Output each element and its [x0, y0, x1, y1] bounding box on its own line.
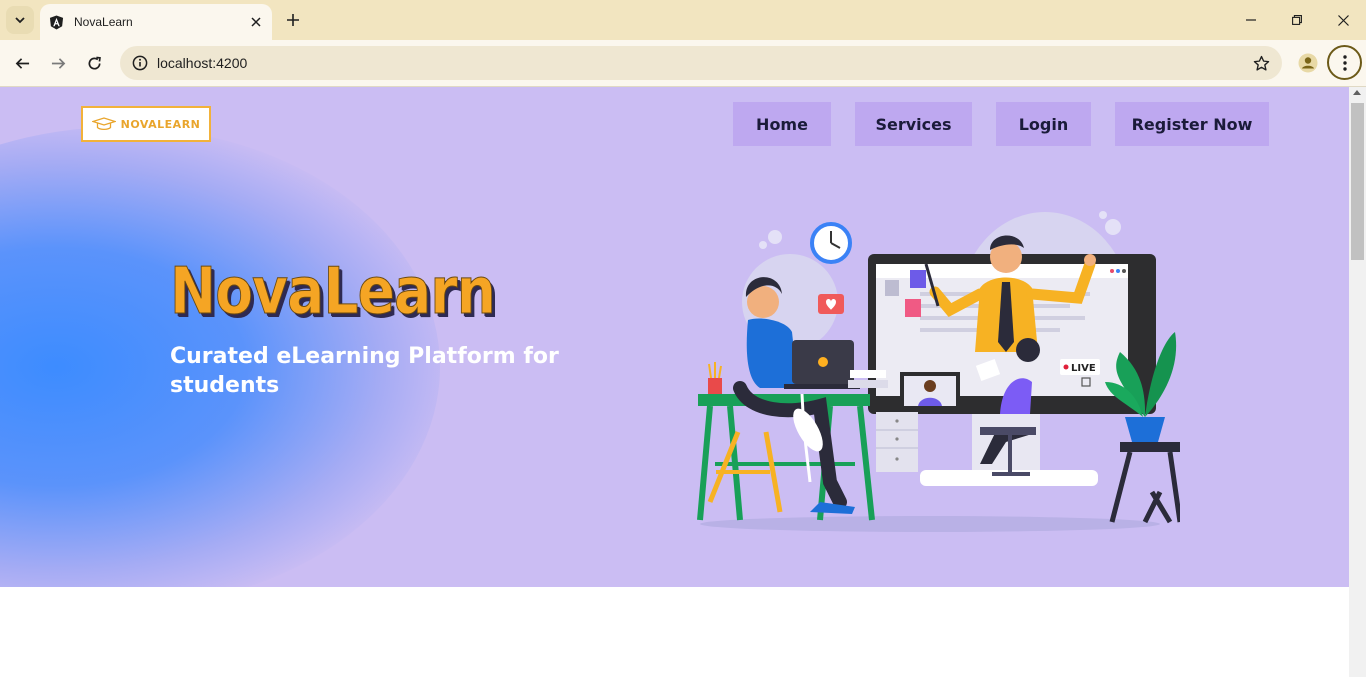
profile-button[interactable] [1294, 49, 1322, 77]
address-bar[interactable]: localhost:4200 [120, 46, 1282, 80]
new-tab-button[interactable] [280, 7, 306, 33]
reload-icon [88, 56, 101, 69]
site-info-button[interactable] [126, 49, 154, 77]
minimize-icon [1246, 19, 1256, 21]
browser-tab[interactable]: NovaLearn [40, 4, 272, 40]
browser-tab-strip: NovaLearn [0, 0, 1366, 40]
page-scrollbar[interactable] [1349, 87, 1366, 677]
elearning-illustration: LIVE [697, 211, 1180, 532]
window-close-button[interactable] [1328, 5, 1358, 35]
tab-search-button[interactable] [6, 6, 34, 34]
browser-menu-button[interactable] [1327, 45, 1362, 80]
tab-title: NovaLearn [74, 15, 133, 29]
chevron-down-icon [15, 17, 25, 24]
minimize-button[interactable] [1236, 5, 1266, 35]
scroll-up-arrow-icon[interactable] [1353, 90, 1361, 95]
nav-login-button[interactable]: Login [996, 102, 1091, 146]
restore-icon [1292, 15, 1302, 25]
scrollbar-thumb[interactable] [1351, 103, 1364, 260]
arrow-right-icon [51, 57, 65, 69]
close-icon [1337, 14, 1349, 26]
hero-section: NOVALEARN Home Services Login Register N… [0, 87, 1349, 587]
restore-button[interactable] [1282, 5, 1312, 35]
close-icon [251, 17, 261, 27]
nav-services-button[interactable]: Services [855, 102, 972, 146]
hero-subtitle: Curated eLearning Platform for students [170, 344, 559, 398]
url-text: localhost:4200 [157, 55, 248, 71]
graduation-cap-icon [91, 117, 116, 131]
reload-button[interactable] [79, 48, 109, 78]
person-icon [1298, 53, 1318, 73]
arrow-left-icon [15, 57, 29, 69]
tab-close-button[interactable] [244, 10, 268, 34]
live-label: LIVE [1071, 363, 1096, 374]
page-viewport: NOVALEARN Home Services Login Register N… [0, 87, 1349, 677]
bookmark-button[interactable] [1248, 50, 1274, 76]
hero-title: NovaLearn [170, 255, 497, 330]
browser-toolbar: localhost:4200 [0, 40, 1366, 87]
plus-icon [287, 14, 299, 26]
star-icon [1253, 55, 1269, 71]
logo-text: NOVALEARN [120, 117, 201, 131]
angular-icon [49, 14, 64, 30]
site-logo[interactable]: NOVALEARN [81, 106, 211, 142]
back-button[interactable] [7, 48, 37, 78]
forward-button[interactable] [43, 48, 73, 78]
nav-register-button[interactable]: Register Now [1115, 102, 1269, 146]
nav-home-button[interactable]: Home [733, 102, 831, 146]
kebab-icon [1342, 54, 1347, 71]
info-icon [132, 55, 148, 71]
